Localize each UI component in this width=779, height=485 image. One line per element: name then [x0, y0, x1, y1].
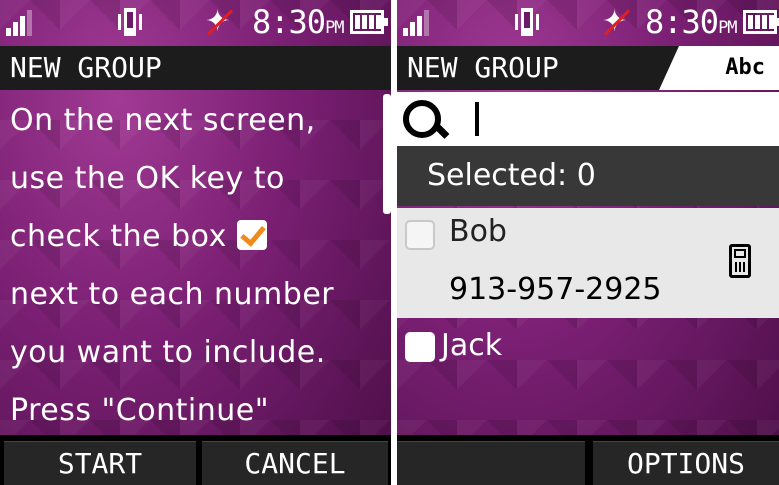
instruction-line: check the box [10, 208, 380, 266]
new-group-info-screen: ✦ 8:30PM NEW GROUP On the next screen, u… [0, 0, 391, 485]
instruction-line: use the OK key to [10, 161, 285, 196]
battery-icon [743, 10, 779, 34]
instruction-line: Press "Continue" [10, 393, 269, 428]
start-softkey[interactable]: START [4, 441, 196, 485]
left-softkey[interactable] [397, 441, 585, 485]
checkbox-checked-icon [236, 220, 267, 250]
location-off-icon: ✦ [602, 4, 628, 39]
list-item-jack[interactable]: Jack [397, 320, 779, 376]
status-bar: ✦ 8:30PM [397, 0, 779, 44]
search-field[interactable] [397, 92, 779, 146]
cancel-softkey[interactable]: CANCEL [202, 441, 388, 485]
contact-number: 913-957-2925 [449, 272, 662, 307]
selected-count: Selected: 0 [397, 146, 779, 206]
text-cursor [475, 102, 479, 136]
search-icon [403, 100, 441, 138]
vibrate-icon [118, 8, 142, 36]
instruction-line: On the next screen, [10, 103, 316, 138]
status-bar: ✦ 8:30PM [0, 0, 391, 44]
checkbox[interactable] [405, 332, 435, 362]
clock: 8:30PM [645, 3, 738, 41]
phone-icon [729, 244, 751, 278]
instruction-line: next to each number [10, 277, 335, 312]
scrollbar[interactable] [383, 94, 391, 214]
search-icon-handle [434, 124, 450, 139]
list-item-bob[interactable]: Bob 913-957-2925 [397, 208, 779, 318]
contact-picker-screen: ✦ 8:30PM NEW GROUP Abc Selected: 0 Bob 9… [397, 0, 779, 485]
instruction-text: On the next screen, use the OK key to ch… [10, 92, 380, 440]
contact-name: Jack [441, 328, 503, 363]
vibrate-icon [515, 8, 539, 36]
screen-title: NEW GROUP [0, 46, 391, 90]
signal-icon [6, 10, 34, 36]
checkbox[interactable] [405, 220, 435, 250]
contact-name: Bob [449, 214, 507, 249]
battery-icon [350, 10, 388, 34]
location-off-icon: ✦ [205, 4, 231, 39]
softkey-bar: START CANCEL [0, 435, 391, 485]
options-softkey[interactable]: OPTIONS [593, 441, 779, 485]
signal-icon [403, 10, 431, 36]
clock: 8:30PM [252, 3, 345, 41]
instruction-line: you want to include. [10, 335, 326, 370]
softkey-bar: OPTIONS [397, 435, 779, 485]
input-mode-indicator: Abc [659, 46, 779, 90]
